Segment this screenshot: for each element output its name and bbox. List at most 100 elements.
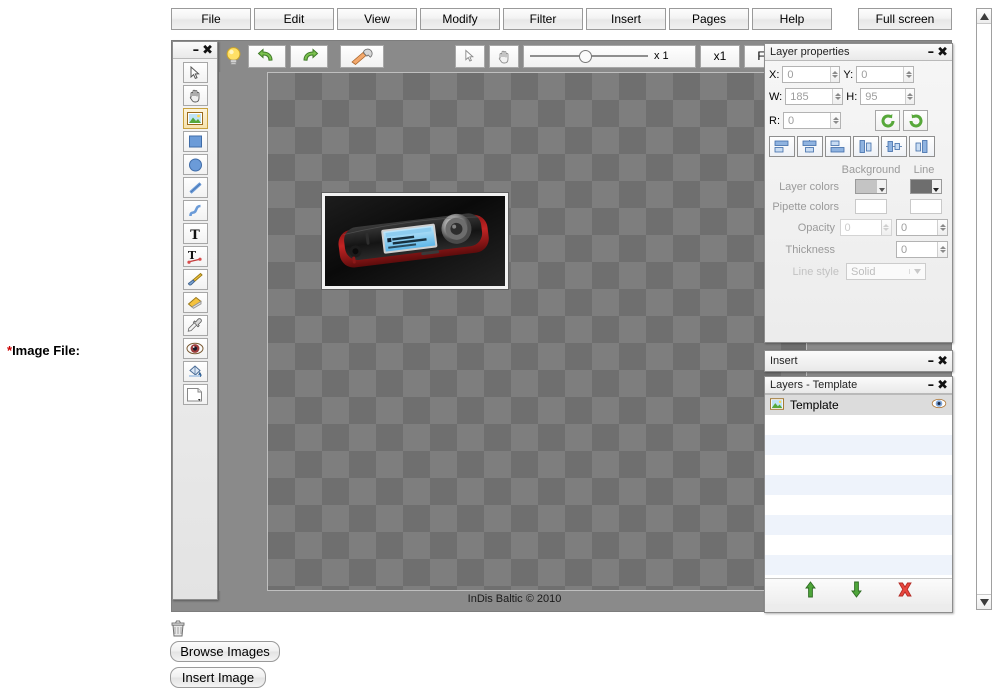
layers-panel-close-icon[interactable]: ✖ bbox=[937, 379, 948, 392]
menu-item-edit[interactable]: Edit bbox=[254, 8, 334, 30]
toolbox-minimize-icon[interactable]: – bbox=[193, 44, 200, 57]
tool-eye[interactable] bbox=[182, 338, 208, 359]
tool-image[interactable] bbox=[182, 108, 208, 129]
layers-empty-row[interactable] bbox=[765, 415, 952, 435]
menu-item-insert[interactable]: Insert bbox=[586, 8, 666, 30]
layer-x-field[interactable] bbox=[783, 67, 830, 82]
full-screen-button[interactable]: Full screen bbox=[858, 8, 952, 30]
layer-r-field[interactable] bbox=[784, 113, 831, 128]
image-layer-mp3-player[interactable] bbox=[322, 193, 508, 289]
layers-empty-row[interactable] bbox=[765, 555, 952, 575]
layers-empty-row[interactable] bbox=[765, 455, 952, 475]
layer-h-stepper[interactable] bbox=[904, 89, 915, 104]
layer-line-color-swatch[interactable] bbox=[909, 179, 942, 194]
layer-delete-button[interactable] bbox=[896, 581, 914, 603]
layer-r-input[interactable] bbox=[783, 112, 841, 129]
menu-item-pages[interactable]: Pages bbox=[669, 8, 749, 30]
tool-ellipse[interactable] bbox=[182, 154, 208, 175]
tool-text-path[interactable]: T bbox=[182, 246, 208, 267]
pan-tool-button[interactable] bbox=[489, 44, 519, 68]
opacity-line-stepper[interactable] bbox=[937, 220, 947, 235]
layer-background-color-swatch[interactable] bbox=[855, 179, 888, 194]
browse-images-button[interactable]: Browse Images bbox=[170, 641, 280, 662]
tool-rectangle[interactable] bbox=[182, 131, 208, 152]
zoom-slider-knob[interactable] bbox=[579, 50, 592, 63]
layers-empty-row[interactable] bbox=[765, 495, 952, 515]
pipette-background-color-swatch[interactable] bbox=[855, 199, 888, 214]
menu-item-view[interactable]: View bbox=[337, 8, 417, 30]
pipette-line-color-swatch[interactable] bbox=[909, 199, 942, 214]
zoom-slider-group[interactable]: x 1 bbox=[523, 44, 696, 68]
insert-panel-minimize-icon[interactable]: – bbox=[928, 355, 935, 368]
layer-w-stepper[interactable] bbox=[832, 89, 843, 104]
tool-text[interactable]: T bbox=[182, 223, 208, 244]
align-bottom-button[interactable] bbox=[825, 136, 851, 157]
layers-empty-row[interactable] bbox=[765, 435, 952, 455]
layer-properties-minimize-icon[interactable]: – bbox=[928, 46, 935, 59]
layer-row-template[interactable]: Template bbox=[765, 395, 952, 415]
align-center-button[interactable] bbox=[881, 136, 907, 157]
hint-bulb-icon[interactable] bbox=[222, 44, 244, 68]
insert-panel-close-icon[interactable]: ✖ bbox=[937, 355, 948, 368]
layer-x-stepper[interactable] bbox=[829, 67, 840, 82]
tool-hand[interactable] bbox=[182, 85, 208, 106]
layer-w-input[interactable] bbox=[785, 88, 844, 105]
opacity-background-stepper[interactable] bbox=[880, 220, 891, 235]
opacity-background-field[interactable] bbox=[840, 220, 881, 235]
layer-visibility-eye-icon[interactable] bbox=[931, 398, 947, 412]
layer-r-stepper[interactable] bbox=[830, 113, 840, 128]
tool-page[interactable] bbox=[182, 384, 208, 405]
page-scrollbar[interactable] bbox=[976, 8, 992, 610]
layer-y-input[interactable] bbox=[856, 66, 915, 83]
layer-h-input[interactable] bbox=[860, 88, 916, 105]
menu-item-help[interactable]: Help bbox=[752, 8, 832, 30]
opacity-line-input[interactable] bbox=[896, 219, 948, 236]
toolbox-close-icon[interactable]: ✖ bbox=[202, 44, 213, 57]
rotate-right-button[interactable] bbox=[903, 110, 928, 131]
layers-panel-minimize-icon[interactable]: – bbox=[928, 379, 935, 392]
menu-item-filter[interactable]: Filter bbox=[503, 8, 583, 30]
opacity-background-input[interactable] bbox=[839, 219, 892, 236]
thickness-input[interactable] bbox=[896, 241, 948, 258]
layer-line-color-dropdown[interactable] bbox=[932, 180, 941, 193]
canvas-surface[interactable] bbox=[267, 72, 807, 591]
line-style-select[interactable]: Solid bbox=[846, 263, 926, 280]
zoom-actual-size-button[interactable]: x1 bbox=[700, 44, 740, 68]
layer-h-field[interactable] bbox=[861, 89, 905, 104]
thickness-field[interactable] bbox=[897, 242, 938, 257]
zoom-slider[interactable] bbox=[530, 48, 648, 64]
settings-button[interactable] bbox=[340, 44, 384, 68]
rotate-left-button[interactable] bbox=[875, 110, 900, 131]
tool-line[interactable] bbox=[182, 177, 208, 198]
layers-empty-row[interactable] bbox=[765, 475, 952, 495]
layer-move-up-button[interactable] bbox=[804, 580, 817, 603]
line-style-chevron-down-icon[interactable] bbox=[909, 269, 925, 274]
layer-background-color-dropdown[interactable] bbox=[877, 180, 886, 193]
tool-pipette[interactable] bbox=[182, 315, 208, 336]
align-right-button[interactable] bbox=[909, 136, 935, 157]
trash-icon[interactable] bbox=[170, 620, 186, 637]
tool-fill-bucket[interactable] bbox=[182, 361, 208, 382]
layer-w-field[interactable] bbox=[786, 89, 833, 104]
align-left-button[interactable] bbox=[853, 136, 879, 157]
thickness-stepper[interactable] bbox=[937, 242, 947, 257]
tool-brush[interactable] bbox=[182, 269, 208, 290]
tool-eraser[interactable] bbox=[182, 292, 208, 313]
layers-empty-row[interactable] bbox=[765, 515, 952, 535]
layer-x-input[interactable] bbox=[782, 66, 841, 83]
tool-curve[interactable] bbox=[182, 200, 208, 221]
opacity-line-field[interactable] bbox=[897, 220, 938, 235]
redo-button[interactable] bbox=[290, 44, 328, 68]
insert-image-button[interactable]: Insert Image bbox=[170, 667, 266, 688]
align-middle-button[interactable] bbox=[797, 136, 823, 157]
menu-item-modify[interactable]: Modify bbox=[420, 8, 500, 30]
layer-properties-close-icon[interactable]: ✖ bbox=[937, 46, 948, 59]
menu-item-file[interactable]: File bbox=[171, 8, 251, 30]
undo-button[interactable] bbox=[248, 44, 286, 68]
layers-list[interactable]: Template bbox=[765, 394, 952, 578]
scroll-up-button[interactable] bbox=[977, 9, 991, 24]
scrollbar-thumb[interactable] bbox=[977, 24, 991, 580]
scroll-down-button[interactable] bbox=[977, 594, 991, 609]
layer-y-field[interactable] bbox=[857, 67, 904, 82]
select-tool-button[interactable] bbox=[455, 44, 485, 68]
